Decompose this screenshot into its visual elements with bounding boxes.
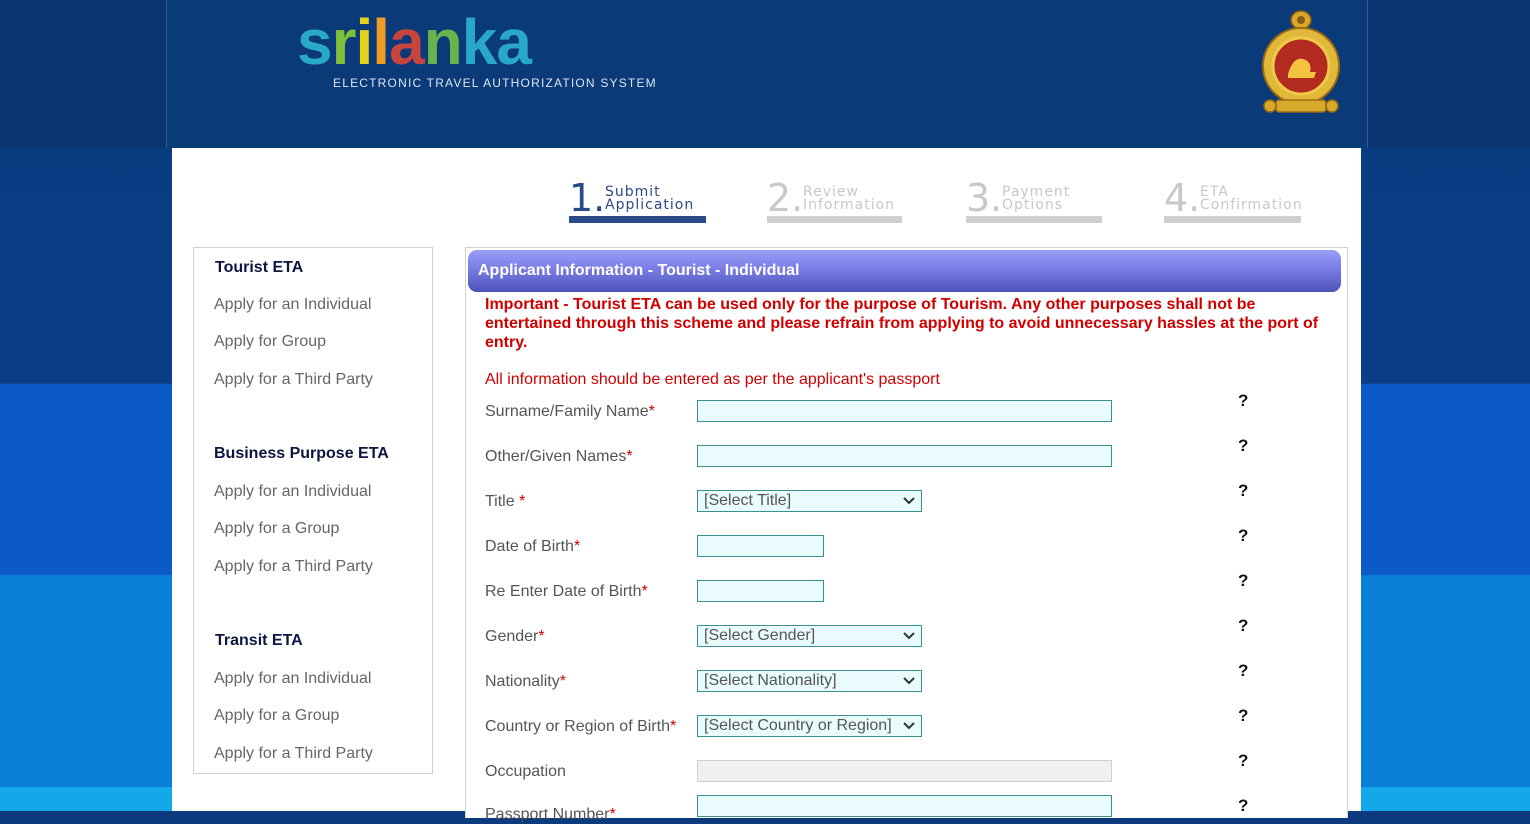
nationality-select[interactable]: [Select Nationality]	[697, 670, 922, 692]
surname-input[interactable]	[697, 400, 1112, 422]
sidebar-link-business-group[interactable]: Apply for a Group	[214, 520, 339, 538]
sidebar-link-tourist-individual[interactable]: Apply for an Individual	[214, 296, 371, 314]
step-progress-bar	[767, 216, 902, 223]
sidebar-link-transit-individual[interactable]: Apply for an Individual	[214, 670, 371, 688]
gender-label: Gender*	[485, 628, 545, 645]
dob-input[interactable]	[697, 535, 824, 557]
dob-help-icon[interactable]: ?	[1238, 526, 1248, 546]
sidebar-link-business-individual[interactable]: Apply for an Individual	[214, 483, 371, 501]
site-header: srilanka ELECTRONIC TRAVEL AUTHORIZATION…	[0, 0, 1530, 148]
nationality-label: Nationality*	[485, 673, 566, 690]
country-of-birth-help-icon[interactable]: ?	[1238, 706, 1248, 726]
surname-help-icon[interactable]: ?	[1238, 391, 1248, 411]
passport-note: All information should be entered as per…	[485, 371, 940, 388]
dob-label: Date of Birth*	[485, 538, 581, 555]
title-select[interactable]: [Select Title]	[697, 490, 922, 512]
chevron-down-icon	[903, 497, 915, 505]
step-progress-bar	[966, 216, 1102, 223]
surname-label: Surname/Family Name*	[485, 403, 655, 420]
dob-confirm-help-icon[interactable]: ?	[1238, 571, 1248, 591]
sidebar-link-tourist-third-party[interactable]: Apply for a Third Party	[214, 371, 373, 389]
sidebar-heading-transit-eta: Transit ETA	[215, 632, 303, 649]
gender-help-icon[interactable]: ?	[1238, 616, 1248, 636]
dob-confirm-input[interactable]	[697, 580, 824, 602]
given-names-help-icon[interactable]: ?	[1238, 436, 1248, 456]
title-label: Title *	[485, 493, 526, 510]
passport-number-label: Passport Number*	[485, 806, 616, 823]
sidebar-heading-business-eta: Business Purpose ETA	[214, 445, 389, 462]
occupation-label: Occupation	[485, 763, 566, 780]
applicant-form-panel: Applicant Information - Tourist - Indivi…	[465, 247, 1348, 823]
occupation-help-icon[interactable]: ?	[1238, 751, 1248, 771]
given-names-input[interactable]	[697, 445, 1112, 467]
sidebar-link-transit-group[interactable]: Apply for a Group	[214, 707, 339, 725]
logo-subtitle: ELECTRONIC TRAVEL AUTHORIZATION SYSTEM	[333, 76, 657, 90]
sidebar: Tourist ETA Apply for an Individual Appl…	[193, 247, 433, 774]
chevron-down-icon	[903, 632, 915, 640]
sidebar-link-business-third-party[interactable]: Apply for a Third Party	[214, 558, 373, 576]
nationality-help-icon[interactable]: ?	[1238, 661, 1248, 681]
occupation-input[interactable]	[697, 760, 1112, 782]
sidebar-link-transit-third-party[interactable]: Apply for a Third Party	[214, 745, 373, 763]
chevron-down-icon	[903, 722, 915, 730]
title-help-icon[interactable]: ?	[1238, 481, 1248, 501]
srilanka-logo[interactable]: srilanka ELECTRONIC TRAVEL AUTHORIZATION…	[297, 6, 656, 90]
logo-wordmark: srilanka	[297, 6, 532, 78]
passport-number-input[interactable]	[697, 795, 1112, 817]
sidebar-link-tourist-group[interactable]: Apply for Group	[214, 333, 326, 351]
important-notice: Important - Tourist ETA can be used only…	[485, 296, 1319, 351]
country-of-birth-label: Country or Region of Birth*	[485, 718, 677, 735]
form-title: Applicant Information - Tourist - Indivi…	[468, 250, 1341, 292]
step-progress-bar	[1164, 216, 1301, 223]
passport-number-help-icon[interactable]: ?	[1238, 796, 1248, 816]
gender-select[interactable]: [Select Gender]	[697, 625, 922, 647]
country-of-birth-select[interactable]: [Select Country or Region]	[697, 715, 922, 737]
sidebar-heading-tourist-eta: Tourist ETA	[215, 259, 304, 276]
dob-confirm-label: Re Enter Date of Birth*	[485, 583, 648, 600]
given-names-label: Other/Given Names*	[485, 448, 633, 465]
sri-lanka-emblem-icon	[1262, 10, 1340, 113]
chevron-down-icon	[903, 677, 915, 685]
step-progress-bar	[569, 216, 706, 223]
